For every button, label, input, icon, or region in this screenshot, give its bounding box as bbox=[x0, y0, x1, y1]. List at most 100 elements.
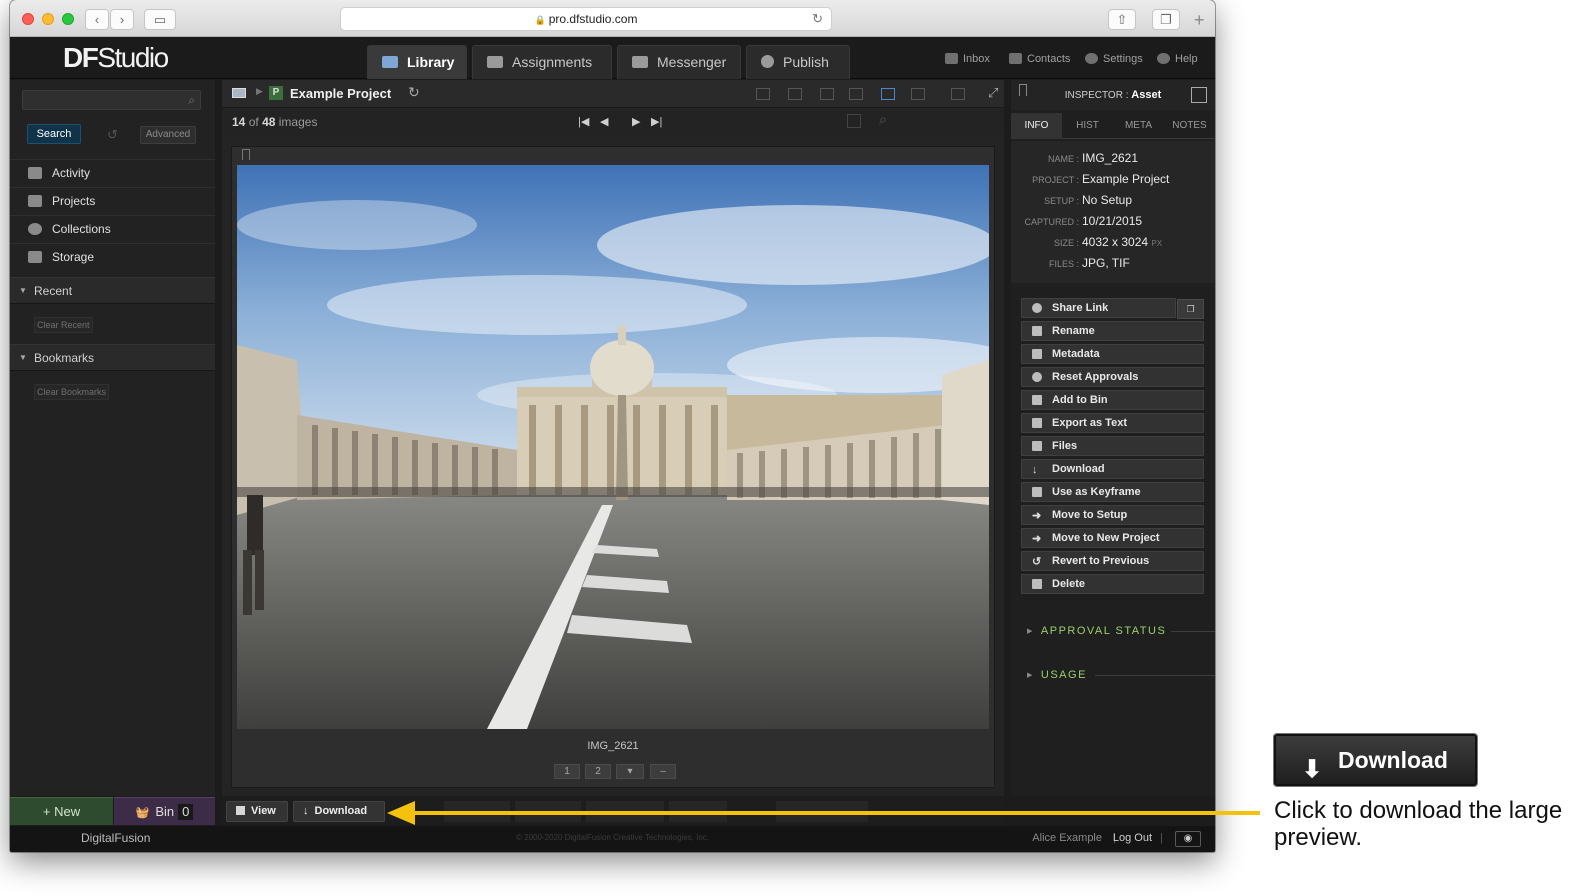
callout-text: Click to download the large preview. bbox=[1274, 797, 1563, 851]
tab-publish[interactable]: Publish bbox=[746, 45, 850, 79]
new-tab-icon[interactable]: + bbox=[1194, 10, 1205, 31]
compare-view-icon[interactable] bbox=[911, 88, 925, 100]
close-window-button[interactable] bbox=[22, 13, 34, 25]
tab-info[interactable]: INFO bbox=[1011, 113, 1062, 139]
navigation-toolbar: 14 of 48 images |◀ ◀ ▶ ▶| ⌕ bbox=[222, 109, 1004, 135]
search-button[interactable]: Search bbox=[27, 124, 81, 144]
approval-status-section[interactable]: ▶ APPROVAL STATUS bbox=[1027, 625, 1166, 637]
sidebar-toggle-button[interactable]: ▭ bbox=[144, 9, 176, 30]
share-link-button[interactable]: Share Link bbox=[1021, 298, 1176, 318]
tabs-overview-button[interactable]: ❐ bbox=[1152, 9, 1180, 30]
copy-icon: ❐ bbox=[1186, 304, 1195, 314]
zoom-window-button[interactable] bbox=[62, 13, 74, 25]
section-divider bbox=[1171, 631, 1215, 632]
settings-link[interactable]: Settings bbox=[1085, 53, 1143, 65]
overlay-view-icon[interactable] bbox=[951, 88, 965, 100]
rename-button[interactable]: Rename bbox=[1021, 321, 1204, 341]
inbox-icon bbox=[945, 53, 958, 64]
collapse-panel-icon[interactable] bbox=[1191, 87, 1207, 103]
back-button[interactable]: ‹ bbox=[85, 9, 109, 30]
basket-icon: 🧺 bbox=[135, 807, 150, 819]
usage-section[interactable]: ▶ USAGE bbox=[1027, 669, 1087, 681]
copy-link-button[interactable]: ❐ bbox=[1177, 299, 1204, 319]
recent-section-header[interactable]: ▼ Recent bbox=[10, 277, 215, 304]
small-grid-icon[interactable] bbox=[820, 88, 834, 100]
tab-messenger[interactable]: Messenger bbox=[617, 45, 741, 79]
clear-bookmarks-button[interactable]: Clear Bookmarks bbox=[34, 384, 110, 400]
triangle-down-icon: ▼ bbox=[19, 286, 27, 295]
single-view-icon[interactable] bbox=[881, 88, 895, 100]
export-as-text-button[interactable]: Export as Text bbox=[1021, 413, 1204, 433]
sidebar-item-activity[interactable]: Activity bbox=[10, 159, 215, 186]
clear-rating-chip[interactable]: – bbox=[650, 764, 676, 779]
next-image-icon[interactable]: ▶ bbox=[632, 115, 640, 128]
delete-button[interactable]: Delete bbox=[1021, 574, 1204, 594]
files-button[interactable]: Files bbox=[1021, 436, 1204, 456]
image-position: 14 of 48 images bbox=[232, 115, 318, 129]
bin-count: 0 bbox=[178, 804, 194, 820]
metadata-button[interactable]: Metadata bbox=[1021, 344, 1204, 364]
view-button[interactable]: View bbox=[226, 801, 288, 822]
download-arrow-icon: ↓ bbox=[303, 805, 309, 817]
help-link[interactable]: Help bbox=[1157, 53, 1198, 65]
download-button[interactable]: ↓ Download bbox=[293, 801, 385, 822]
sidebar-item-storage[interactable]: Storage bbox=[10, 243, 215, 270]
preview-image[interactable] bbox=[237, 165, 989, 729]
detail-view-icon[interactable] bbox=[788, 88, 802, 100]
eye-icon[interactable]: ◉ bbox=[1175, 831, 1201, 847]
address-bar[interactable]: 🔒 pro.dfstudio.com ↻ bbox=[340, 7, 832, 31]
files-icon bbox=[1032, 441, 1042, 451]
search-input[interactable]: ⌕ bbox=[22, 90, 201, 110]
inbox-link[interactable]: Inbox bbox=[945, 53, 990, 65]
revert-to-previous-button[interactable]: ↺ Revert to Previous bbox=[1021, 551, 1204, 571]
bookmark-icon[interactable] bbox=[242, 149, 250, 160]
large-grid-icon[interactable] bbox=[849, 88, 863, 100]
refresh-icon[interactable]: ↻ bbox=[408, 84, 420, 101]
zoom-icon[interactable]: ⌕ bbox=[879, 111, 887, 128]
rating-chip-1[interactable]: 1 bbox=[554, 764, 580, 779]
previous-image-icon[interactable]: ◀ bbox=[600, 115, 608, 128]
reset-icon bbox=[1032, 372, 1042, 382]
trash-icon bbox=[1032, 579, 1042, 589]
link-icon bbox=[1032, 303, 1042, 313]
forward-button[interactable]: › bbox=[110, 9, 134, 30]
tab-library[interactable]: Library bbox=[367, 45, 467, 79]
clear-recent-button[interactable]: Clear Recent bbox=[34, 317, 93, 333]
contacts-link[interactable]: Contacts bbox=[1009, 53, 1070, 65]
reset-approvals-button[interactable]: Reset Approvals bbox=[1021, 367, 1204, 387]
use-as-keyframe-button[interactable]: Use as Keyframe bbox=[1021, 482, 1204, 502]
first-image-icon[interactable]: |◀ bbox=[578, 115, 589, 128]
rating-chip-2[interactable]: 2 bbox=[585, 764, 611, 779]
project-title[interactable]: Example Project bbox=[290, 86, 391, 101]
library-view-icon[interactable] bbox=[232, 88, 246, 98]
fullscreen-icon[interactable]: ⤢ bbox=[988, 85, 998, 101]
tab-notes[interactable]: NOTES bbox=[1164, 113, 1215, 139]
bin-button[interactable]: 🧺 Bin 0 bbox=[114, 797, 215, 825]
tab-meta[interactable]: META bbox=[1113, 113, 1164, 139]
thumbnail-toggle-icon[interactable] bbox=[847, 114, 861, 128]
last-image-icon[interactable]: ▶| bbox=[651, 115, 662, 128]
minimize-window-button[interactable] bbox=[42, 13, 54, 25]
new-button[interactable]: + New bbox=[10, 797, 113, 825]
bookmark-icon[interactable] bbox=[1019, 84, 1027, 96]
user-name[interactable]: Alice Example bbox=[1032, 832, 1102, 844]
reload-icon[interactable]: ↻ bbox=[812, 8, 823, 30]
advanced-search-button[interactable]: Advanced bbox=[140, 126, 196, 144]
tab-assignments[interactable]: Assignments bbox=[472, 45, 612, 79]
info-row-size: SIZE :4032 x 3024 PX bbox=[1053, 235, 1163, 249]
section-divider bbox=[1095, 675, 1215, 676]
share-button[interactable]: ⇧ bbox=[1108, 9, 1136, 30]
sidebar-item-collections[interactable]: Collections bbox=[10, 215, 215, 242]
add-to-bin-button[interactable]: Add to Bin bbox=[1021, 390, 1204, 410]
move-to-setup-button[interactable]: ➜ Move to Setup bbox=[1021, 505, 1204, 525]
sidebar-item-projects[interactable]: Projects bbox=[10, 187, 215, 214]
reset-search-icon[interactable]: ↺ bbox=[107, 127, 118, 143]
help-icon bbox=[1157, 53, 1170, 64]
reject-chip[interactable]: ▾ bbox=[616, 764, 644, 779]
inspector-download-button[interactable]: ↓ Download bbox=[1021, 459, 1204, 479]
list-view-icon[interactable] bbox=[756, 88, 770, 100]
tab-hist[interactable]: HIST bbox=[1062, 113, 1113, 139]
bookmarks-section-header[interactable]: ▼ Bookmarks bbox=[10, 344, 215, 371]
move-to-new-project-button[interactable]: ➜ Move to New Project bbox=[1021, 528, 1204, 548]
logout-link[interactable]: Log Out bbox=[1113, 832, 1152, 844]
